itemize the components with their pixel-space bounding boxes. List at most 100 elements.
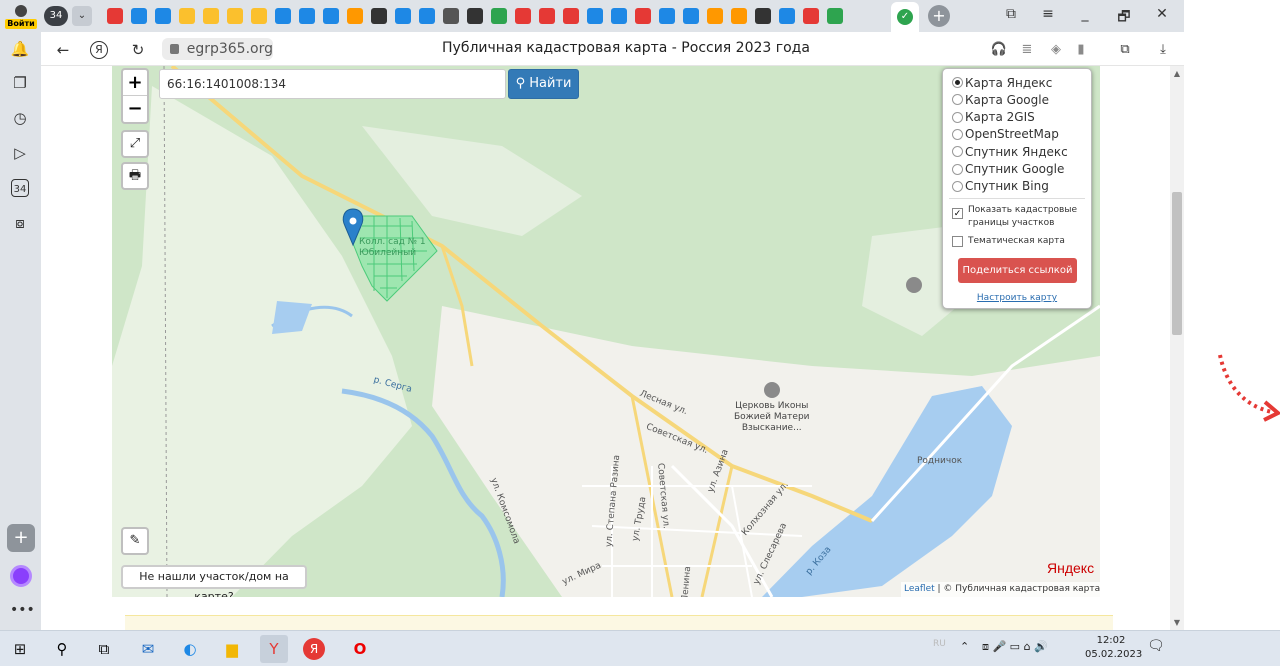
zoom-out-button[interactable]: − <box>123 96 147 122</box>
browser-tab[interactable] <box>128 4 149 28</box>
video-icon[interactable]: ▷ <box>9 142 31 164</box>
tab-count-badge[interactable]: 34 <box>44 6 68 26</box>
headphones-icon[interactable]: 🎧 <box>990 41 1008 59</box>
mail-icon[interactable]: ✉ <box>134 635 162 663</box>
bookmark-icon[interactable]: ▮ <box>1072 41 1090 59</box>
download-icon[interactable]: ⤓ <box>1154 41 1172 59</box>
yandex-icon[interactable]: Я <box>303 638 325 660</box>
tab-count-icon[interactable]: 34 <box>11 179 29 197</box>
browser-tab[interactable] <box>392 4 413 28</box>
radio-button[interactable] <box>952 77 963 88</box>
bell-icon[interactable]: 🔔 <box>9 38 31 60</box>
edge-icon[interactable]: ◐ <box>176 635 204 663</box>
new-tab-button[interactable]: + <box>928 5 950 27</box>
restore-button[interactable]: 🗗 <box>1114 6 1134 30</box>
share-link-button[interactable]: Поделиться ссылкой <box>958 258 1077 283</box>
layer-option[interactable]: Карта Яндекс <box>952 74 1052 91</box>
tray-expand-icon[interactable]: ⌃ <box>960 640 969 653</box>
protect-icon[interactable]: ◈ <box>1047 41 1065 59</box>
browser-tab[interactable] <box>608 4 629 28</box>
browser-tab[interactable] <box>560 4 581 28</box>
yandex-browser-icon[interactable]: Y <box>260 635 288 663</box>
address-bar[interactable]: egrp365.org <box>162 38 273 60</box>
browser-tab[interactable] <box>248 4 269 28</box>
task-view-icon[interactable]: ⧉ <box>90 635 118 663</box>
screenshot-icon[interactable]: ⧇ <box>9 212 31 234</box>
browser-tab[interactable] <box>728 4 749 28</box>
browser-tab[interactable] <box>200 4 221 28</box>
back-button[interactable]: ← <box>53 40 73 60</box>
page-scrollbar[interactable]: ▲ ▼ <box>1170 66 1184 630</box>
cadastral-checkbox[interactable]: ✓ <box>952 208 963 219</box>
windows-start-icon[interactable]: ⊞ <box>6 635 34 663</box>
chevron-down-icon[interactable]: ⌄ <box>72 6 92 26</box>
browser-tab[interactable] <box>536 4 557 28</box>
ruler-button[interactable]: ✎ <box>121 527 149 555</box>
language-indicator[interactable]: RU <box>933 639 946 649</box>
login-button[interactable]: Войти <box>5 3 37 29</box>
browser-tab[interactable] <box>584 4 605 28</box>
scroll-up-icon[interactable]: ▲ <box>1172 69 1182 78</box>
browser-tab[interactable] <box>320 4 341 28</box>
layer-option[interactable]: Спутник Bing <box>952 178 1049 195</box>
radio-button[interactable] <box>952 128 963 140</box>
radio-button[interactable] <box>952 163 963 175</box>
tab-active[interactable]: ✓ <box>891 2 919 32</box>
browser-tab[interactable] <box>104 4 125 28</box>
notifications-icon[interactable]: 🗨 <box>1147 638 1165 654</box>
browser-tab[interactable] <box>440 4 461 28</box>
tab-collections-icon[interactable]: ⧉ <box>1001 6 1021 22</box>
leaflet-link[interactable]: Leaflet <box>904 584 935 594</box>
zoom-in-button[interactable]: + <box>123 70 147 96</box>
radio-button[interactable] <box>952 180 963 192</box>
browser-tab[interactable] <box>488 4 509 28</box>
reader-icon[interactable]: ≣ <box>1018 41 1036 59</box>
browser-tab[interactable] <box>680 4 701 28</box>
find-button[interactable]: ⚲ Найти <box>508 69 579 99</box>
layer-option[interactable]: OpenStreetMap <box>952 126 1059 143</box>
browser-tab[interactable] <box>464 4 485 28</box>
browser-tab[interactable] <box>824 4 845 28</box>
scroll-thumb[interactable] <box>1172 192 1182 335</box>
print-button[interactable]: 🖶 <box>121 162 149 190</box>
browser-tab[interactable] <box>656 4 677 28</box>
browser-tab[interactable] <box>296 4 317 28</box>
collections-icon[interactable]: ❐ <box>9 72 31 94</box>
radio-button[interactable] <box>952 146 963 158</box>
clock[interactable]: 12:02 05.02.2023 <box>1085 634 1142 662</box>
browser-tab[interactable] <box>368 4 389 28</box>
not-found-button[interactable]: Не нашли участок/дом на карте? <box>121 565 307 597</box>
radio-button[interactable] <box>952 94 963 106</box>
cadastral-search-input[interactable]: 66:16:1401008:134 <box>159 69 506 99</box>
more-icon[interactable]: ••• <box>10 602 35 618</box>
layer-option[interactable]: Карта Google <box>952 91 1049 108</box>
file-explorer-icon[interactable]: ▆ <box>218 635 246 663</box>
browser-tab[interactable] <box>272 4 293 28</box>
reload-button[interactable]: ↻ <box>128 40 148 60</box>
map-container[interactable]: Колл. сад № 1 Юбилейный р. Серга Лесная … <box>112 66 1100 597</box>
browser-tab[interactable] <box>512 4 533 28</box>
browser-tab[interactable] <box>752 4 773 28</box>
radio-button[interactable] <box>952 111 963 123</box>
browser-tab[interactable] <box>800 4 821 28</box>
alice-icon[interactable] <box>10 565 32 587</box>
thematic-checkbox[interactable] <box>952 236 963 247</box>
add-sidebar-button[interactable]: + <box>7 524 35 552</box>
browser-tab[interactable] <box>416 4 437 28</box>
browser-tab[interactable] <box>704 4 725 28</box>
tray-icons[interactable]: ⧈ 🎤 ▭ ⌂ 🔊 <box>982 640 1048 654</box>
browser-tab[interactable] <box>224 4 245 28</box>
menu-icon[interactable]: ≡ <box>1038 6 1058 22</box>
collections-add-icon[interactable]: ⧉ <box>1116 41 1134 59</box>
minimize-button[interactable]: _ <box>1075 6 1095 22</box>
yandex-icon[interactable]: Я <box>90 41 108 59</box>
opera-icon[interactable]: O <box>346 635 374 663</box>
fullscreen-button[interactable]: ⤢ <box>121 130 149 158</box>
browser-tab[interactable] <box>776 4 797 28</box>
layer-option[interactable]: Карта 2GIS <box>952 109 1035 126</box>
scroll-down-icon[interactable]: ▼ <box>1172 618 1182 627</box>
layer-option[interactable]: Спутник Google <box>952 161 1064 178</box>
browser-tab[interactable] <box>152 4 173 28</box>
close-button[interactable]: ✕ <box>1152 6 1172 22</box>
configure-map-link[interactable]: Настроить карту <box>943 293 1091 303</box>
